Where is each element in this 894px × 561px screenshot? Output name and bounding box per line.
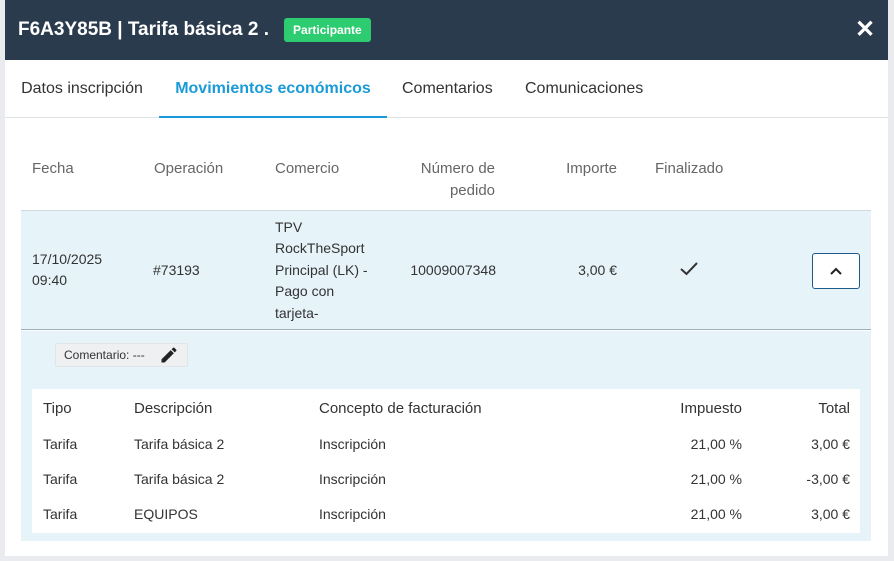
movement-merchant-line: TPV: [275, 219, 303, 235]
movement-details-modal: F6A3Y85B | Tarifa básica 2 . Participant…: [5, 0, 888, 556]
tab-datos-inscripcion[interactable]: Datos inscripción: [21, 60, 143, 118]
column-header-descripcion: Descripción: [134, 400, 213, 417]
tab-comentarios[interactable]: Comentarios: [402, 60, 493, 118]
modal-header: F6A3Y85B | Tarifa básica 2 . Participant…: [5, 0, 888, 60]
line-total: -3,00 €: [806, 471, 850, 487]
billing-lines-table: Tipo Descripción Concepto de facturación…: [32, 389, 860, 533]
line-description: Tarifa básica 2: [134, 471, 225, 487]
movement-row[interactable]: 17/10/2025 09:40 #73193 TPV RockTheSport…: [21, 210, 871, 330]
column-header-total: Total: [818, 400, 850, 417]
comment-label: Comentario: ---: [64, 348, 145, 362]
column-header-importe: Importe: [566, 160, 617, 177]
close-icon[interactable]: ✕: [852, 17, 878, 43]
tab-movimientos-economicos[interactable]: Movimientos económicos: [159, 60, 387, 118]
line-type: Tarifa: [43, 436, 78, 452]
movement-order-number: 10009007348: [410, 262, 496, 278]
line-type: Tarifa: [43, 471, 78, 487]
tab-bar: Datos inscripción Movimientos económicos…: [5, 60, 888, 118]
pencil-icon[interactable]: [159, 345, 179, 365]
movement-operation: #73193: [153, 262, 200, 278]
column-header-fecha: Fecha: [32, 160, 74, 177]
movement-amount: 3,00 €: [578, 262, 617, 278]
column-header-tipo: Tipo: [43, 400, 72, 417]
column-header-concepto: Concepto de facturación: [319, 400, 482, 417]
column-header-comercio: Comercio: [275, 160, 340, 177]
movement-merchant-line: Principal (LK) -: [275, 262, 368, 278]
line-concept: Inscripción: [319, 436, 386, 452]
line-tax: 21,00 %: [690, 506, 742, 522]
column-header-impuesto: Impuesto: [680, 400, 742, 417]
movement-merchant-line: Pago con: [275, 283, 335, 299]
check-icon: [679, 261, 699, 283]
column-header-finalizado: Finalizado: [655, 160, 724, 177]
modal-title: F6A3Y85B | Tarifa básica 2 .: [18, 19, 270, 40]
movement-merchant-line: RockTheSport: [275, 240, 365, 256]
column-header-pedido-line1: Número de: [420, 160, 495, 177]
movement-date: 17/10/2025: [32, 251, 103, 267]
line-description: EQUIPOS: [134, 506, 198, 522]
line-total: 3,00 €: [811, 506, 850, 522]
line-tax: 21,00 %: [690, 471, 742, 487]
line-tax: 21,00 %: [690, 436, 742, 452]
column-header-pedido-line2: pedido: [449, 182, 495, 199]
line-total: 3,00 €: [811, 436, 850, 452]
line-concept: Inscripción: [319, 506, 386, 522]
movement-detail-panel: Comentario: --- Tipo Descripción Concept…: [21, 331, 871, 541]
line-concept: Inscripción: [319, 471, 386, 487]
movement-time: 09:40: [32, 272, 68, 288]
movement-merchant-line: tarjeta-: [275, 305, 319, 321]
tab-comunicaciones[interactable]: Comunicaciones: [525, 60, 643, 118]
status-badge: Participante: [284, 18, 371, 42]
collapse-row-button[interactable]: [812, 253, 860, 289]
line-type: Tarifa: [43, 506, 78, 522]
line-description: Tarifa básica 2: [134, 436, 225, 452]
column-header-operacion: Operación: [154, 160, 224, 177]
comment-chip: Comentario: ---: [55, 343, 188, 367]
chevron-up-icon: [830, 267, 842, 275]
